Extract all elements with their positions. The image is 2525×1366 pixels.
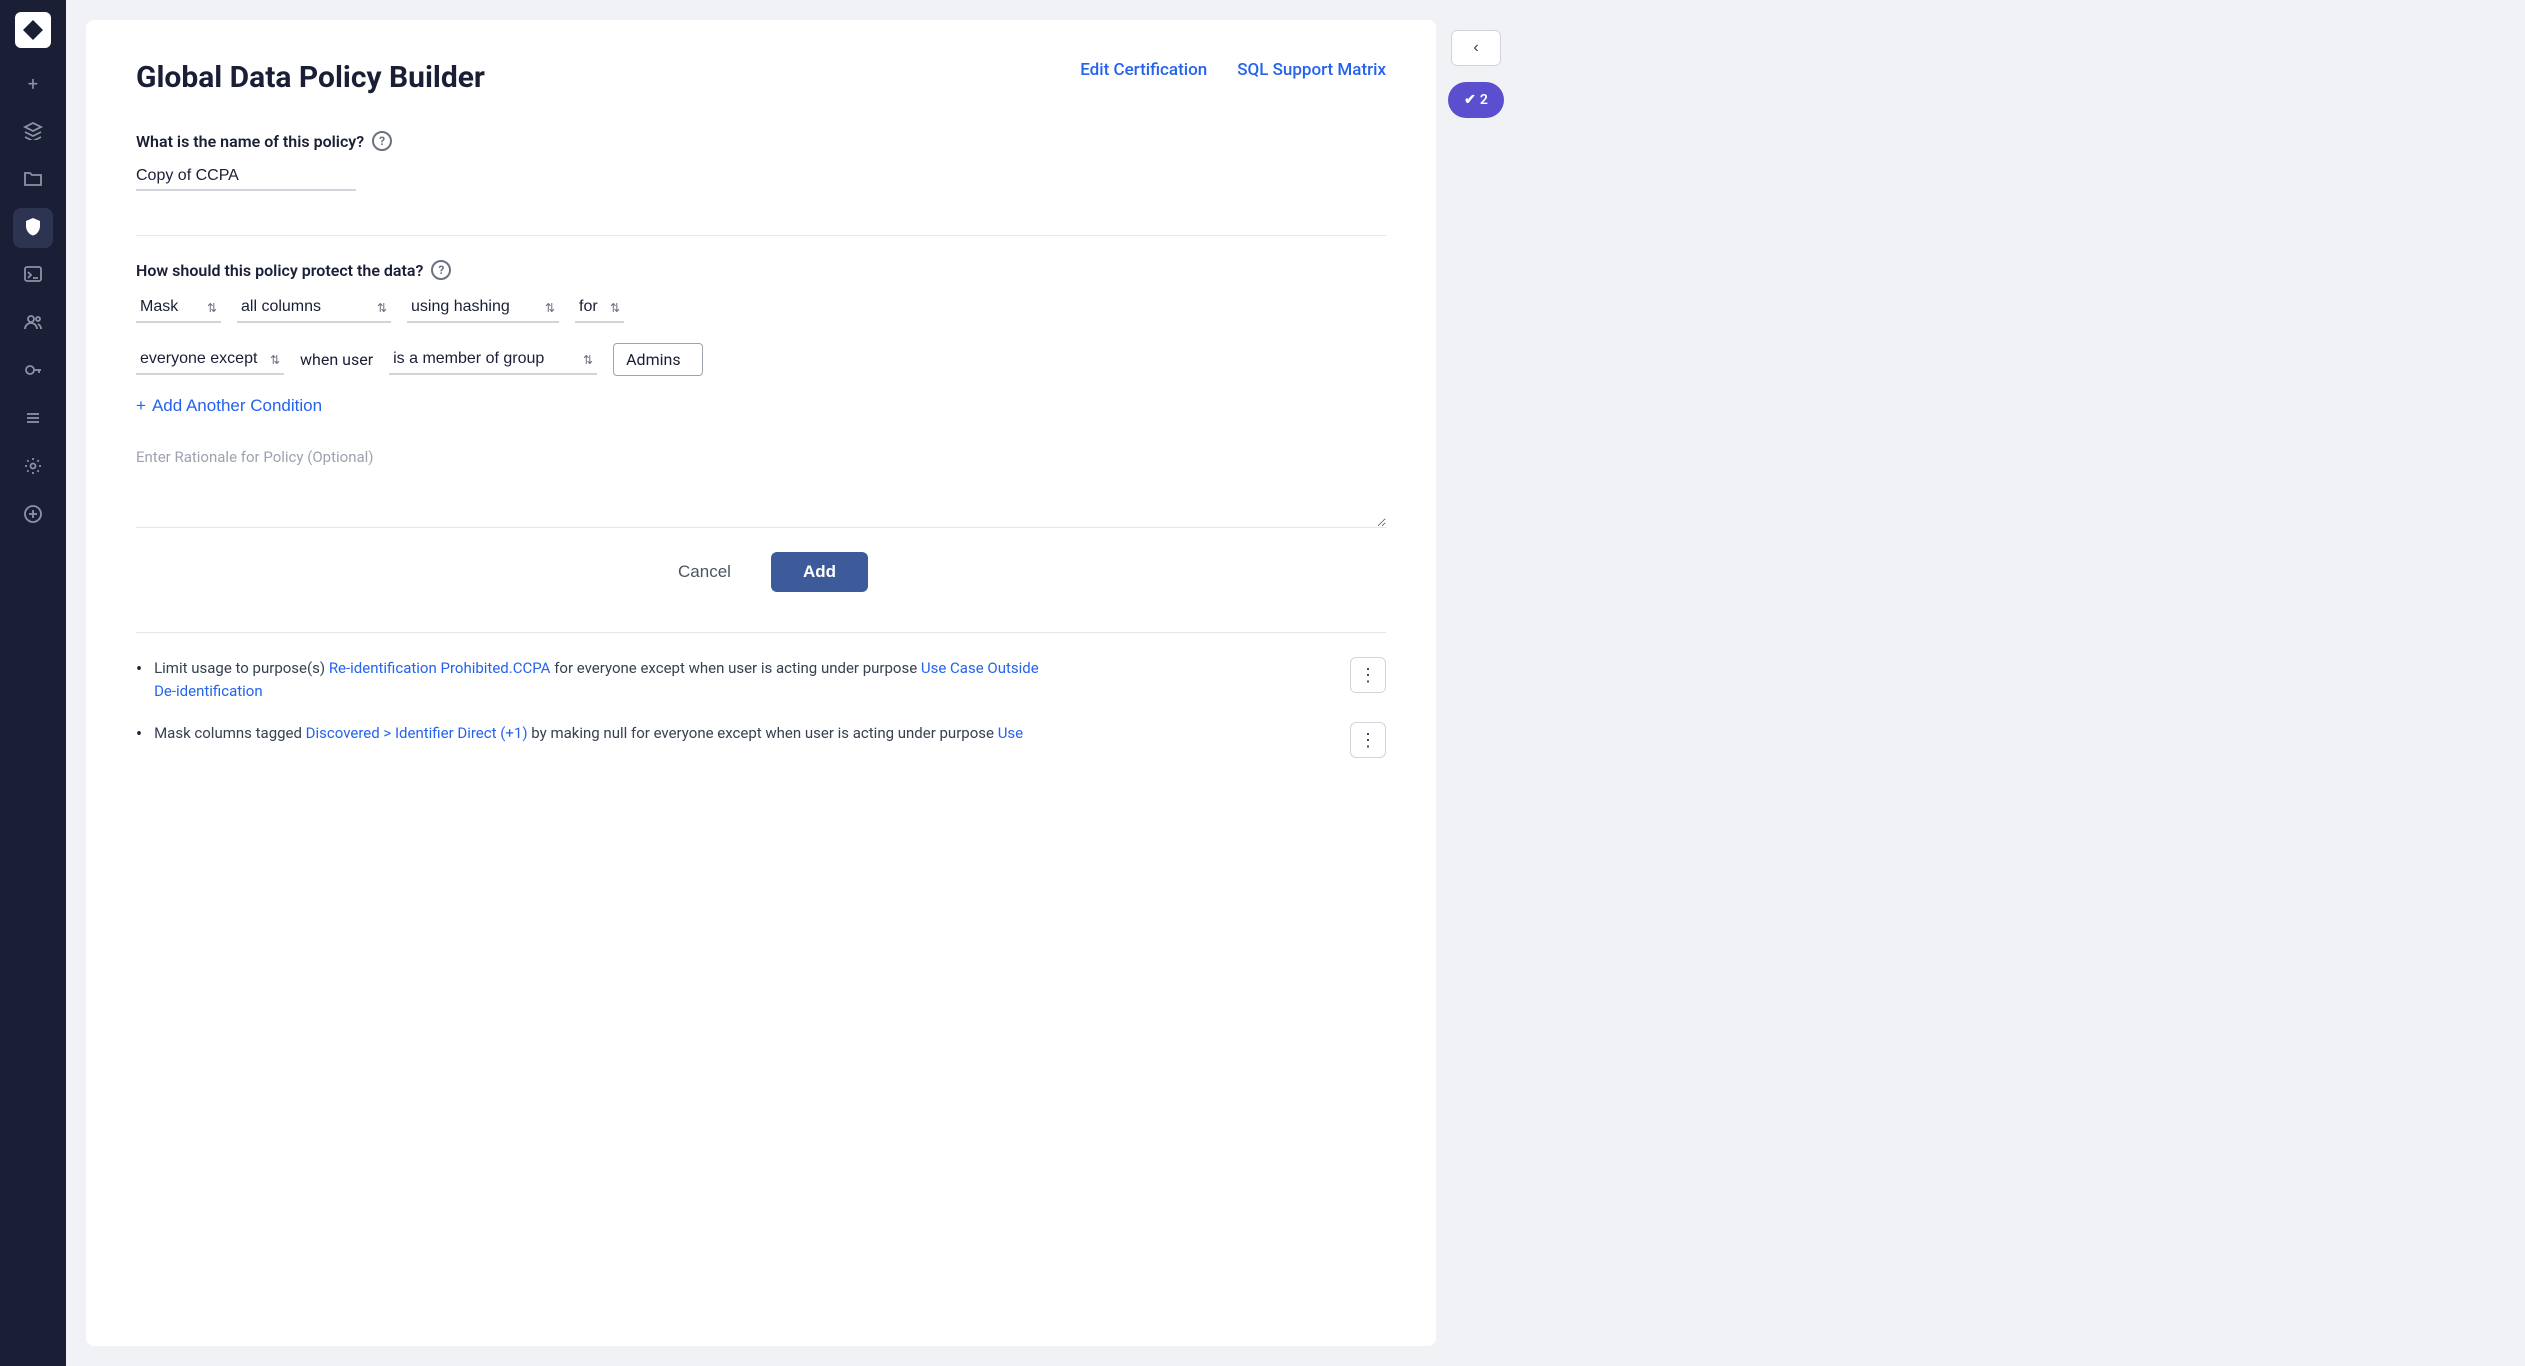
- columns-select[interactable]: all columns selected columns: [237, 292, 391, 323]
- condition-row-1: Mask Encrypt Redact Null all columns sel…: [136, 292, 1386, 323]
- plus-icon: +: [136, 396, 146, 416]
- policy-name-input[interactable]: [136, 163, 356, 191]
- condition-row-2: everyone except everyone no one except w…: [136, 343, 1386, 376]
- everyone-except-select[interactable]: everyone except everyone no one except: [136, 344, 284, 375]
- policy-text-2: Mask columns tagged Discovered > Identif…: [154, 722, 1338, 745]
- policy-2-menu-button[interactable]: ⋮: [1350, 722, 1386, 758]
- sidebar-item-settings[interactable]: [13, 448, 53, 488]
- is-member-select[interactable]: is a member of group is not a member of …: [389, 344, 597, 375]
- policy-name-section-label: What is the name of this policy? ?: [136, 131, 1386, 151]
- shield-icon: [23, 216, 43, 241]
- divider-1: [136, 235, 1386, 236]
- terminal-icon: [23, 264, 43, 289]
- policy-link-2b[interactable]: Use: [998, 724, 1023, 742]
- sidebar-item-add[interactable]: +: [13, 64, 53, 104]
- sidebar-item-terminal[interactable]: [13, 256, 53, 296]
- admins-tag[interactable]: Admins: [613, 343, 703, 376]
- list-icon: [23, 408, 43, 433]
- columns-select-wrapper: all columns selected columns: [237, 292, 391, 323]
- collapse-button[interactable]: ‹: [1451, 30, 1501, 66]
- protection-help-icon[interactable]: ?: [431, 260, 451, 280]
- edit-certification-link[interactable]: Edit Certification: [1080, 60, 1207, 80]
- policy-item-1: • Limit usage to purpose(s) Re-identific…: [136, 657, 1386, 702]
- rationale-textarea[interactable]: [136, 448, 1386, 528]
- policy-link-1a[interactable]: Re-identification Prohibited.CCPA: [329, 659, 551, 677]
- is-member-select-wrapper: is a member of group is not a member of …: [389, 344, 597, 375]
- policy-builder-card: Global Data Policy Builder Edit Certific…: [86, 20, 1436, 1346]
- sidebar: +: [0, 0, 66, 1366]
- protection-section-label: How should this policy protect the data?…: [136, 260, 1386, 280]
- hashing-select-wrapper: using hashing using encryption using nul…: [407, 292, 559, 323]
- bullet-2: •: [136, 724, 142, 745]
- add-condition-button[interactable]: + Add Another Condition: [136, 396, 322, 416]
- sidebar-item-shield[interactable]: [13, 208, 53, 248]
- policy-item-2: • Mask columns tagged Discovered > Ident…: [136, 722, 1386, 758]
- action-row: Cancel Add: [136, 552, 1386, 592]
- cancel-button[interactable]: Cancel: [654, 552, 755, 592]
- key-icon: [23, 360, 43, 385]
- card-header-actions: Edit Certification SQL Support Matrix: [1080, 60, 1386, 80]
- policy-text-1: Limit usage to purpose(s) Re-identificat…: [154, 657, 1338, 702]
- main-area: Global Data Policy Builder Edit Certific…: [66, 0, 2525, 1366]
- bullet-1: •: [136, 659, 142, 680]
- logo[interactable]: [15, 12, 51, 48]
- mask-select[interactable]: Mask Encrypt Redact Null: [136, 292, 221, 323]
- sql-support-link[interactable]: SQL Support Matrix: [1237, 60, 1386, 80]
- right-panel: ‹ ✔ 2: [1436, 20, 1516, 1346]
- sidebar-item-circle-plus[interactable]: [13, 496, 53, 536]
- layers-icon: [23, 120, 43, 145]
- badge-count: 2: [1480, 92, 1488, 108]
- policy-list: • Limit usage to purpose(s) Re-identific…: [136, 632, 1386, 758]
- sidebar-item-list[interactable]: [13, 400, 53, 440]
- shield-badge-icon: ✔: [1464, 92, 1476, 108]
- add-button[interactable]: Add: [771, 552, 868, 592]
- everyone-except-select-wrapper: everyone except everyone no one except: [136, 344, 284, 375]
- for-select-wrapper: for: [575, 292, 624, 323]
- chevron-left-icon: ‹: [1473, 39, 1478, 57]
- sidebar-item-key[interactable]: [13, 352, 53, 392]
- add-icon: +: [28, 74, 38, 95]
- badge-button[interactable]: ✔ 2: [1448, 82, 1504, 118]
- sidebar-item-users[interactable]: [13, 304, 53, 344]
- sidebar-item-layers[interactable]: [13, 112, 53, 152]
- users-icon: [23, 312, 43, 337]
- sidebar-item-folder[interactable]: [13, 160, 53, 200]
- when-user-label: when user: [300, 350, 373, 369]
- policy-link-2a[interactable]: Discovered > Identifier Direct (+1): [306, 724, 528, 742]
- policy-name-help-icon[interactable]: ?: [372, 131, 392, 151]
- hashing-select[interactable]: using hashing using encryption using nul…: [407, 292, 559, 323]
- policy-1-menu-button[interactable]: ⋮: [1350, 657, 1386, 693]
- settings-icon: [23, 456, 43, 481]
- protection-section: How should this policy protect the data?…: [136, 260, 1386, 416]
- folder-icon: [23, 168, 43, 193]
- circle-plus-icon: [23, 504, 43, 529]
- mask-select-wrapper: Mask Encrypt Redact Null: [136, 292, 221, 323]
- for-select[interactable]: for: [575, 292, 624, 323]
